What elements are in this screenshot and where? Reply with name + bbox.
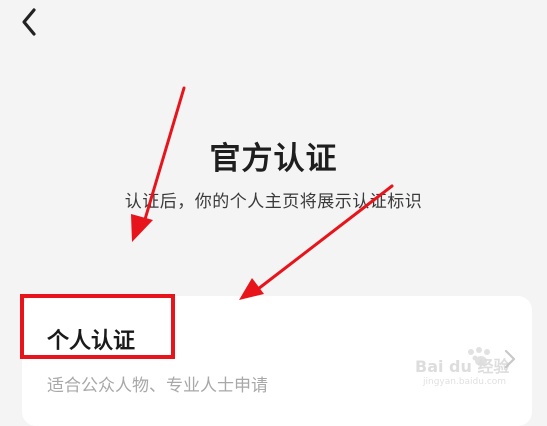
card-description: 适合公众人物、专业人士申请: [47, 376, 268, 396]
chevron-right-icon: [504, 349, 516, 369]
back-button[interactable]: [14, 6, 46, 38]
personal-certification-card[interactable]: 个人认证 适合公众人物、专业人士申请: [22, 296, 532, 426]
page-title: 官方认证: [209, 141, 338, 177]
chevron-left-icon: [22, 8, 36, 36]
page-subtitle: 认证后，你的个人主页将展示认证标识: [124, 192, 423, 212]
card-title: 个人认证: [47, 329, 136, 354]
